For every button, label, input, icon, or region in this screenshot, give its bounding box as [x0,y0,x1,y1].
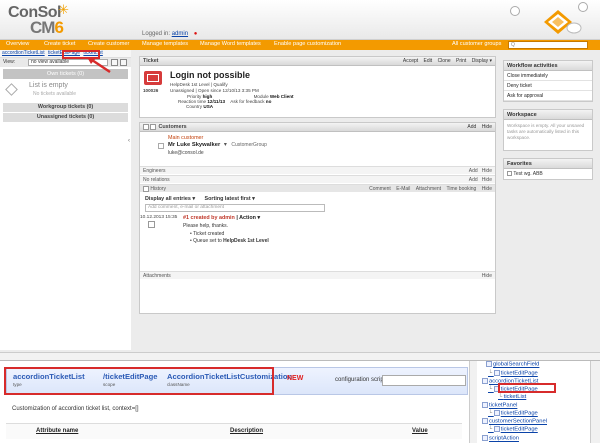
nav-customer-groups[interactable]: All customer groups [452,41,501,47]
ticket-icon [144,71,162,85]
search-input[interactable]: Q [508,41,588,49]
logged-in-info: Logged in: admin ● [142,31,198,37]
engineers-hide-button[interactable]: Hide [482,168,492,174]
nav-overview[interactable]: Overview [6,41,29,47]
relations-header: No relations Add Hide [140,175,495,183]
vertical-scrollbar[interactable] [469,361,477,443]
attributes-table-header: Attribute name Description Value [6,423,462,439]
section-toggle-icon[interactable] [143,123,149,130]
favorites-box: Favorites Test wg. ABB [503,158,593,180]
workflow-box: Workflow activities Close immediately De… [503,60,593,102]
ask-approval-action[interactable]: Ask for approval [504,91,592,101]
details-panel: Customers Add Hide Main customer Mr Luke… [139,122,496,314]
logo-cm6: CM6 [30,18,64,37]
logo-star-icon: ✳ [58,2,69,17]
add-comment-input[interactable]: Add comment, e-mail or attachment [145,204,325,212]
history-header: History Comment E-Mail Attachment Time b… [140,184,495,192]
nav-enable-page-customization[interactable]: Enable page customization [274,41,341,47]
tree-node-icon [482,378,488,384]
comment-button[interactable]: Comment [369,186,391,192]
sort-select[interactable]: Sorting latest first [205,196,251,202]
left-pane: accordionTicketList ticketEditPage ticke… [0,50,131,350]
clone-button[interactable]: Clone [438,58,451,64]
favorite-item[interactable]: Test wg. ABB [513,171,542,177]
nav-manage-word-templates[interactable]: Manage Word templates [200,41,261,47]
horizontal-scrollbar[interactable] [0,352,600,360]
tree-node-icon [493,426,500,432]
display-entries-select[interactable]: Display all entries [145,196,191,202]
attachments-header: Attachments Hide [140,271,495,279]
collapse-left-icon[interactable]: ‹ [128,138,130,144]
app-header: ConSol ✳ CM6 Logged in: admin ● [0,0,600,40]
customer-email[interactable]: luke@consol.de [168,150,204,156]
nav-create-customer[interactable]: Create customer [88,41,129,47]
tab-accordion-ticket-list[interactable]: accordionTicketList [2,50,45,56]
customer-checkbox[interactable] [158,143,164,149]
highlight-box [4,367,274,395]
empty-list-icon [5,83,18,96]
engineers-add-button[interactable]: Add [469,168,478,174]
nav-manage-templates[interactable]: Manage templates [142,41,188,47]
unassigned-tickets-header[interactable]: Unassigned tickets (0) [3,113,128,122]
deny-ticket-action[interactable]: Deny ticket [504,81,592,91]
ticket-title: Login not possible [170,70,250,80]
highlight-box [498,383,556,393]
workgroup-tickets-header[interactable]: Workgroup tickets (0) [3,103,128,112]
main-nav: Overview Create ticket Create customer M… [0,40,600,50]
customers-add-button[interactable]: Add [467,124,476,130]
view-add-icon[interactable] [120,59,127,66]
empty-list: List is empty No tickets available [3,81,128,101]
print-button[interactable]: Print [456,58,466,64]
tree-node-icon [486,361,492,367]
accept-button[interactable]: Accept [403,58,418,64]
tree-node-icon [482,418,488,424]
ticket-panel: Ticket Accept Edit Clone Print Display ▾… [139,56,496,118]
customization-pane: accordionTicketList type /ticketEditPage… [0,360,600,443]
arrow-icon [87,57,111,74]
col-attribute-name[interactable]: Attribute name [36,428,78,434]
history-action-menu[interactable]: Action [239,215,256,221]
brand-shape-icon [544,10,582,34]
customization-tree: globalSearchField └ ticketEditPage accor… [478,361,590,443]
center-pane: Ticket Accept Edit Clone Print Display ▾… [139,56,496,356]
customer-name[interactable]: Mr Luke Skywalker [168,142,220,148]
time-booking-button[interactable]: Time booking [446,186,476,192]
user-link[interactable]: admin [172,31,188,37]
new-badge: NEW [287,375,304,382]
vertical-scrollbar[interactable] [590,361,600,443]
engineers-header: Engineers Add Hide [140,166,495,174]
workspace-box: Workspace Workspace is empty. All your u… [503,109,593,151]
email-button[interactable]: E-Mail [396,186,410,192]
edit-button[interactable]: Edit [424,58,433,64]
col-value[interactable]: Value [412,428,428,434]
close-immediately-action[interactable]: Close immediately [504,71,592,81]
ticket-number: 100026 [143,88,159,93]
col-description[interactable]: Description [230,428,263,434]
ticket-panel-header: Ticket Accept Edit Clone Print Display ▾ [140,57,495,66]
lightbulb-icon [510,6,520,16]
relations-add-button[interactable]: Add [469,177,478,183]
customization-description: Customization of accordion ticket list, … [12,406,139,412]
main-customer-label: Main customer [168,135,204,141]
customers-header: Customers Add Hide [140,123,495,132]
relations-hide-button[interactable]: Hide [482,177,492,183]
section-toggle-icon[interactable] [143,185,149,192]
favorite-checkbox[interactable] [507,171,512,177]
tree-node-icon [493,410,500,416]
attachments-hide-button[interactable]: Hide [482,273,492,279]
display-menu-button[interactable]: Display ▾ [472,58,492,64]
config-script-input[interactable] [382,375,466,386]
customers-hide-button[interactable]: Hide [482,124,492,130]
tree-node-icon [493,370,500,376]
attachment-button[interactable]: Attachment [416,186,441,192]
tree-node-icon [482,435,488,441]
section-toggle-icon[interactable] [150,123,156,130]
history-time: 10.12.2013 15:35 [140,215,178,220]
status-dot-icon: ● [193,31,198,37]
history-entry-icon [148,221,155,228]
nav-create-ticket[interactable]: Create ticket [44,41,75,47]
history-hide-button[interactable]: Hide [482,186,492,192]
history-entry-title: #1 created by admin [183,215,235,221]
tree-node-icon [482,402,488,408]
